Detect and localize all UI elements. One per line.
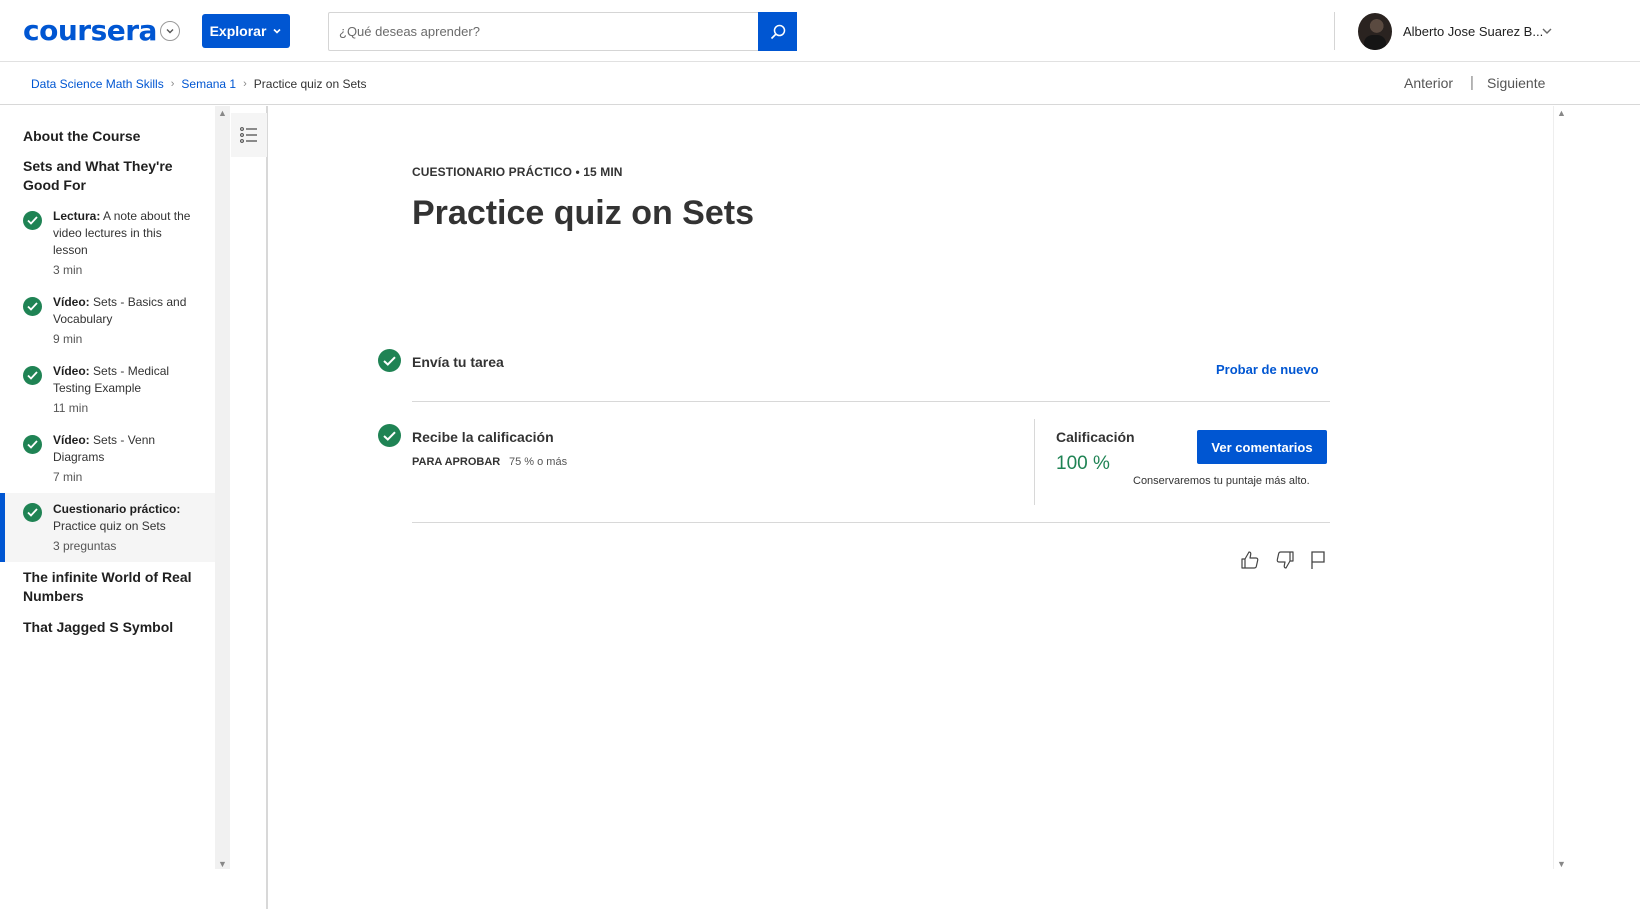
sidebar-item-video-venn[interactable]: Vídeo: Sets - Venn Diagrams 7 min	[0, 430, 215, 488]
chevron-down-icon[interactable]	[160, 21, 180, 41]
retry-link[interactable]: Probar de nuevo	[1216, 362, 1319, 377]
vertical-divider	[1034, 419, 1035, 505]
sidebar-item-reading[interactable]: Lectura: A note about the video lectures…	[0, 206, 215, 281]
grade-step-title: Recibe la calificación	[412, 429, 554, 445]
list-icon	[240, 127, 257, 143]
course-sidebar: About the Course Sets and What They're G…	[0, 106, 215, 909]
keep-highest-note: Conservaremos tu puntaje más alto.	[1133, 475, 1310, 487]
scroll-up-icon[interactable]: ▲	[1557, 108, 1566, 118]
submit-step-title: Envía tu tarea	[412, 354, 504, 370]
item-kind: Vídeo:	[53, 433, 90, 447]
thumbs-up-icon[interactable]	[1239, 549, 1261, 571]
breadcrumb-bar: Data Science Math Skills › Semana 1 › Pr…	[0, 62, 1640, 105]
main-scrollbar[interactable]: ▲ ▼	[1553, 106, 1568, 869]
pass-label: PARA APROBAR	[412, 456, 501, 468]
check-circle-icon	[23, 211, 42, 230]
breadcrumb-week[interactable]: Semana 1	[181, 77, 236, 91]
search-button[interactable]	[758, 12, 797, 51]
scroll-down-icon[interactable]: ▼	[1557, 859, 1566, 869]
explore-button[interactable]: Explorar	[202, 14, 290, 48]
grade-label: Calificación	[1056, 429, 1135, 445]
quiz-kicker: CUESTIONARIO PRÁCTICO • 15 MIN	[412, 165, 623, 179]
thumbs-down-icon[interactable]	[1274, 549, 1296, 571]
divider	[412, 522, 1330, 523]
search-bar	[328, 12, 797, 51]
chevron-right-icon: ›	[170, 78, 175, 90]
next-link[interactable]: Siguiente	[1487, 75, 1545, 91]
sidebar-section-real-numbers[interactable]: The infinite World of Real Numbers	[23, 568, 203, 606]
item-duration: 9 min	[53, 332, 83, 346]
check-circle-icon	[23, 366, 42, 385]
sidebar-scrollbar[interactable]: ▲ ▼	[215, 106, 230, 869]
breadcrumb-current: Practice quiz on Sets	[253, 77, 367, 91]
search-input[interactable]	[329, 13, 759, 50]
chevron-down-icon[interactable]	[1541, 25, 1553, 37]
item-kind: Vídeo:	[53, 364, 90, 378]
header-divider	[1334, 12, 1335, 50]
user-name[interactable]: Alberto Jose Suarez B...	[1403, 24, 1543, 39]
flag-icon[interactable]	[1307, 549, 1329, 571]
previous-link[interactable]: Anterior	[1404, 75, 1453, 91]
sidebar-section-jagged-s[interactable]: That Jagged S Symbol	[23, 618, 203, 637]
breadcrumb: Data Science Math Skills › Semana 1 › Pr…	[31, 77, 367, 91]
sidebar-item-practice-quiz[interactable]: Cuestionario práctico: Practice quiz on …	[0, 493, 215, 562]
item-kind: Cuestionario práctico:	[53, 502, 181, 516]
explore-label: Explorar	[209, 23, 267, 39]
check-circle-icon	[378, 349, 401, 372]
item-duration: 7 min	[53, 470, 83, 484]
divider	[412, 401, 1330, 402]
page-title: Practice quiz on Sets	[412, 194, 754, 232]
view-feedback-button[interactable]: Ver comentarios	[1197, 430, 1327, 464]
item-kind: Vídeo:	[53, 295, 90, 309]
top-header: coursera Explorar Alberto Jose Suarez B.…	[0, 0, 1640, 62]
item-name: Practice quiz on Sets	[53, 519, 166, 533]
coursera-logo[interactable]: coursera	[23, 14, 157, 47]
sidebar-item-video-basics[interactable]: Vídeo: Sets - Basics and Vocabulary 9 mi…	[0, 292, 215, 350]
item-duration: 3 min	[53, 263, 83, 277]
item-duration: 3 preguntas	[53, 539, 117, 553]
check-circle-icon	[23, 297, 42, 316]
nav-separator: |	[1470, 74, 1474, 91]
item-duration: 11 min	[53, 401, 89, 415]
sidebar-section-about[interactable]: About the Course	[23, 127, 203, 146]
pass-value: 75 % o más	[509, 456, 568, 468]
chevron-down-icon	[273, 28, 281, 34]
sidebar-item-video-medical[interactable]: Vídeo: Sets - Medical Testing Example 11…	[0, 361, 215, 419]
check-circle-icon	[378, 424, 401, 447]
chevron-right-icon: ›	[243, 78, 247, 90]
check-circle-icon	[23, 503, 42, 522]
scroll-down-icon[interactable]: ▼	[218, 859, 227, 869]
tool-column	[230, 106, 268, 909]
grade-value: 100 %	[1056, 453, 1110, 474]
scroll-up-icon[interactable]: ▲	[218, 108, 227, 118]
check-circle-icon	[23, 435, 42, 454]
sidebar-section-sets[interactable]: Sets and What They're Good For	[23, 157, 203, 195]
item-kind: Lectura:	[53, 209, 101, 223]
search-icon	[770, 24, 785, 39]
outline-toggle-button[interactable]	[231, 113, 267, 157]
avatar[interactable]	[1358, 13, 1392, 50]
breadcrumb-course[interactable]: Data Science Math Skills	[31, 77, 164, 91]
